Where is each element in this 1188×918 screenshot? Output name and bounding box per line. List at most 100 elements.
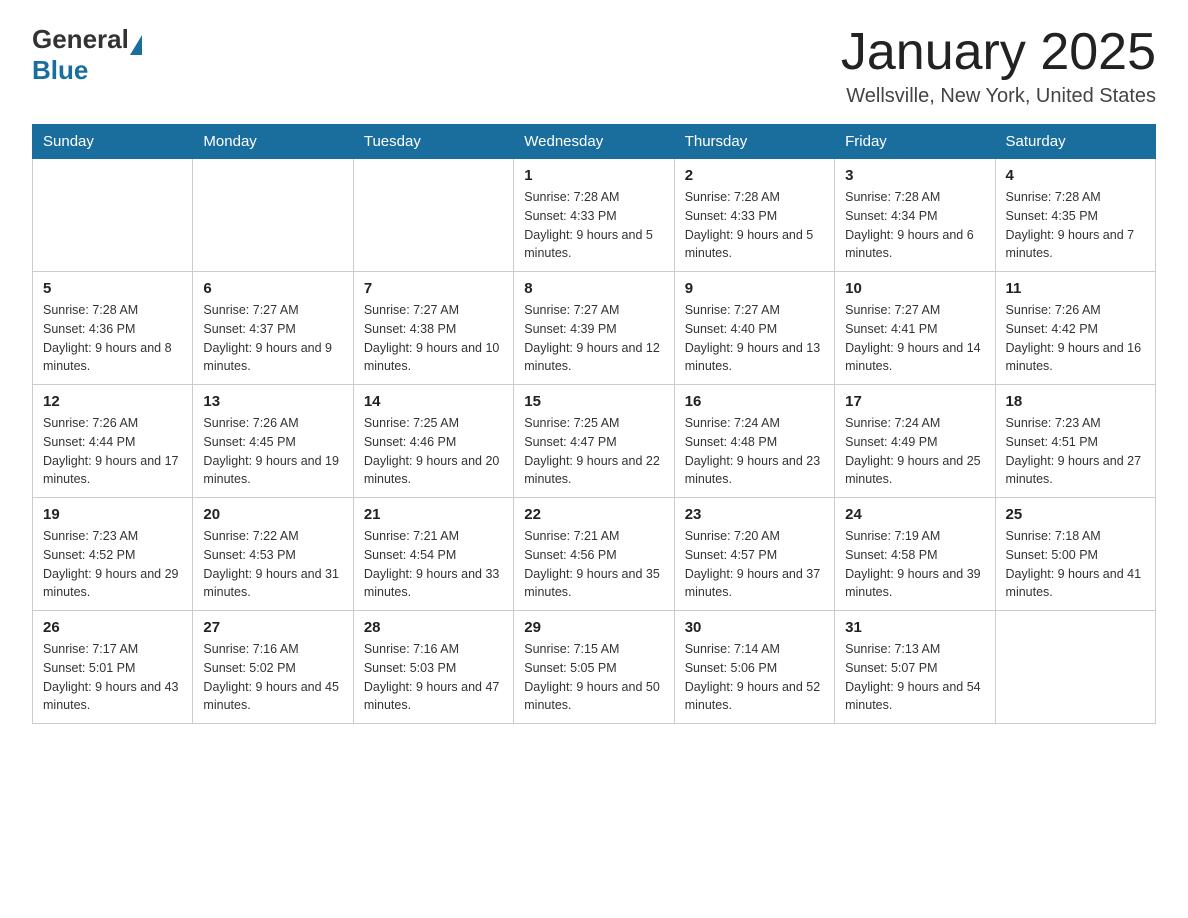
calendar-cell: 8 Sunrise: 7:27 AM Sunset: 4:39 PM Daylig…	[514, 272, 674, 385]
calendar-day-header: Friday	[835, 125, 995, 159]
day-number: 16	[685, 393, 824, 410]
day-number: 20	[203, 506, 342, 523]
logo-general-text: General	[32, 24, 129, 55]
calendar-cell: 11 Sunrise: 7:26 AM Sunset: 4:42 PM Dayli…	[995, 272, 1155, 385]
day-info: Sunrise: 7:23 AM Sunset: 4:51 PM Dayligh…	[1006, 414, 1145, 489]
day-info: Sunrise: 7:28 AM Sunset: 4:34 PM Dayligh…	[845, 188, 984, 263]
day-info: Sunrise: 7:27 AM Sunset: 4:38 PM Dayligh…	[364, 301, 503, 376]
calendar-cell: 25 Sunrise: 7:18 AM Sunset: 5:00 PM Dayli…	[995, 498, 1155, 611]
calendar-cell: 29 Sunrise: 7:15 AM Sunset: 5:05 PM Dayli…	[514, 611, 674, 724]
calendar-week-row: 19 Sunrise: 7:23 AM Sunset: 4:52 PM Dayli…	[33, 498, 1156, 611]
calendar-cell: 26 Sunrise: 7:17 AM Sunset: 5:01 PM Dayli…	[33, 611, 193, 724]
day-number: 18	[1006, 393, 1145, 410]
day-info: Sunrise: 7:16 AM Sunset: 5:03 PM Dayligh…	[364, 640, 503, 715]
calendar-cell: 24Sunrise: 7:19 AM Sunset: 4:58 PM Dayli…	[835, 498, 995, 611]
day-info: Sunrise: 7:27 AM Sunset: 4:40 PM Dayligh…	[685, 301, 824, 376]
calendar-cell: 10Sunrise: 7:27 AM Sunset: 4:41 PM Dayli…	[835, 272, 995, 385]
day-number: 26	[43, 619, 182, 636]
day-number: 23	[685, 506, 824, 523]
day-info: Sunrise: 7:13 AM Sunset: 5:07 PM Dayligh…	[845, 640, 984, 715]
day-info: Sunrise: 7:21 AM Sunset: 4:56 PM Dayligh…	[524, 527, 663, 602]
calendar-cell: 31 Sunrise: 7:13 AM Sunset: 5:07 PM Dayli…	[835, 611, 995, 724]
calendar-cell: 19 Sunrise: 7:23 AM Sunset: 4:52 PM Dayli…	[33, 498, 193, 611]
day-info: Sunrise: 7:28 AM Sunset: 4:33 PM Dayligh…	[685, 188, 824, 263]
calendar-week-row: 12Sunrise: 7:26 AM Sunset: 4:44 PM Dayli…	[33, 385, 1156, 498]
day-number: 6	[203, 280, 342, 297]
day-info: Sunrise: 7:24 AM Sunset: 4:49 PM Dayligh…	[845, 414, 984, 489]
day-number: 3	[845, 167, 984, 184]
calendar-cell: 27 Sunrise: 7:16 AM Sunset: 5:02 PM Dayli…	[193, 611, 353, 724]
day-number: 8	[524, 280, 663, 297]
calendar-cell: 22 Sunrise: 7:21 AM Sunset: 4:56 PM Dayli…	[514, 498, 674, 611]
calendar-cell: 1Sunrise: 7:28 AM Sunset: 4:33 PM Daylig…	[514, 159, 674, 272]
day-number: 25	[1006, 506, 1145, 523]
logo-blue-text: Blue	[32, 55, 88, 85]
day-number: 5	[43, 280, 182, 297]
day-number: 13	[203, 393, 342, 410]
calendar-day-header: Thursday	[674, 125, 834, 159]
title-section: January 2025 Wellsville, New York, Unite…	[841, 24, 1156, 108]
location-subtitle: Wellsville, New York, United States	[841, 85, 1156, 108]
calendar-day-header: Saturday	[995, 125, 1155, 159]
calendar-week-row: 5 Sunrise: 7:28 AM Sunset: 4:36 PM Daylig…	[33, 272, 1156, 385]
calendar-cell	[353, 159, 513, 272]
day-number: 22	[524, 506, 663, 523]
calendar-day-header: Wednesday	[514, 125, 674, 159]
day-info: Sunrise: 7:23 AM Sunset: 4:52 PM Dayligh…	[43, 527, 182, 602]
day-info: Sunrise: 7:25 AM Sunset: 4:47 PM Dayligh…	[524, 414, 663, 489]
day-info: Sunrise: 7:24 AM Sunset: 4:48 PM Dayligh…	[685, 414, 824, 489]
day-number: 11	[1006, 280, 1145, 297]
month-title: January 2025	[841, 24, 1156, 81]
day-info: Sunrise: 7:28 AM Sunset: 4:35 PM Dayligh…	[1006, 188, 1145, 263]
calendar-cell: 14Sunrise: 7:25 AM Sunset: 4:46 PM Dayli…	[353, 385, 513, 498]
calendar-cell: 15Sunrise: 7:25 AM Sunset: 4:47 PM Dayli…	[514, 385, 674, 498]
calendar-cell: 3 Sunrise: 7:28 AM Sunset: 4:34 PM Daylig…	[835, 159, 995, 272]
day-number: 2	[685, 167, 824, 184]
day-number: 29	[524, 619, 663, 636]
calendar-cell: 18 Sunrise: 7:23 AM Sunset: 4:51 PM Dayli…	[995, 385, 1155, 498]
day-info: Sunrise: 7:16 AM Sunset: 5:02 PM Dayligh…	[203, 640, 342, 715]
day-number: 21	[364, 506, 503, 523]
day-info: Sunrise: 7:19 AM Sunset: 4:58 PM Dayligh…	[845, 527, 984, 602]
calendar-cell	[33, 159, 193, 272]
day-number: 12	[43, 393, 182, 410]
calendar-cell: 7Sunrise: 7:27 AM Sunset: 4:38 PM Daylig…	[353, 272, 513, 385]
calendar-cell: 12Sunrise: 7:26 AM Sunset: 4:44 PM Dayli…	[33, 385, 193, 498]
calendar-cell: 21 Sunrise: 7:21 AM Sunset: 4:54 PM Dayli…	[353, 498, 513, 611]
day-info: Sunrise: 7:18 AM Sunset: 5:00 PM Dayligh…	[1006, 527, 1145, 602]
calendar-cell: 4Sunrise: 7:28 AM Sunset: 4:35 PM Daylig…	[995, 159, 1155, 272]
day-info: Sunrise: 7:26 AM Sunset: 4:42 PM Dayligh…	[1006, 301, 1145, 376]
day-number: 31	[845, 619, 984, 636]
calendar-cell	[995, 611, 1155, 724]
day-number: 10	[845, 280, 984, 297]
day-info: Sunrise: 7:28 AM Sunset: 4:36 PM Dayligh…	[43, 301, 182, 376]
day-info: Sunrise: 7:21 AM Sunset: 4:54 PM Dayligh…	[364, 527, 503, 602]
calendar-table: SundayMondayTuesdayWednesdayThursdayFrid…	[32, 124, 1156, 724]
day-info: Sunrise: 7:15 AM Sunset: 5:05 PM Dayligh…	[524, 640, 663, 715]
day-number: 19	[43, 506, 182, 523]
day-info: Sunrise: 7:27 AM Sunset: 4:39 PM Dayligh…	[524, 301, 663, 376]
day-number: 27	[203, 619, 342, 636]
calendar-header-row: SundayMondayTuesdayWednesdayThursdayFrid…	[33, 125, 1156, 159]
calendar-day-header: Monday	[193, 125, 353, 159]
day-info: Sunrise: 7:14 AM Sunset: 5:06 PM Dayligh…	[685, 640, 824, 715]
day-info: Sunrise: 7:17 AM Sunset: 5:01 PM Dayligh…	[43, 640, 182, 715]
calendar-day-header: Sunday	[33, 125, 193, 159]
calendar-cell	[193, 159, 353, 272]
calendar-cell: 9 Sunrise: 7:27 AM Sunset: 4:40 PM Daylig…	[674, 272, 834, 385]
day-number: 9	[685, 280, 824, 297]
day-number: 1	[524, 167, 663, 184]
calendar-cell: 17Sunrise: 7:24 AM Sunset: 4:49 PM Dayli…	[835, 385, 995, 498]
logo: General Blue	[32, 24, 142, 86]
day-info: Sunrise: 7:26 AM Sunset: 4:45 PM Dayligh…	[203, 414, 342, 489]
calendar-week-row: 26 Sunrise: 7:17 AM Sunset: 5:01 PM Dayli…	[33, 611, 1156, 724]
day-info: Sunrise: 7:22 AM Sunset: 4:53 PM Dayligh…	[203, 527, 342, 602]
day-number: 28	[364, 619, 503, 636]
calendar-cell: 28 Sunrise: 7:16 AM Sunset: 5:03 PM Dayli…	[353, 611, 513, 724]
calendar-day-header: Tuesday	[353, 125, 513, 159]
calendar-cell: 6Sunrise: 7:27 AM Sunset: 4:37 PM Daylig…	[193, 272, 353, 385]
day-number: 14	[364, 393, 503, 410]
logo-arrow-icon	[130, 35, 142, 55]
calendar-cell: 20 Sunrise: 7:22 AM Sunset: 4:53 PM Dayli…	[193, 498, 353, 611]
calendar-cell: 2 Sunrise: 7:28 AM Sunset: 4:33 PM Daylig…	[674, 159, 834, 272]
